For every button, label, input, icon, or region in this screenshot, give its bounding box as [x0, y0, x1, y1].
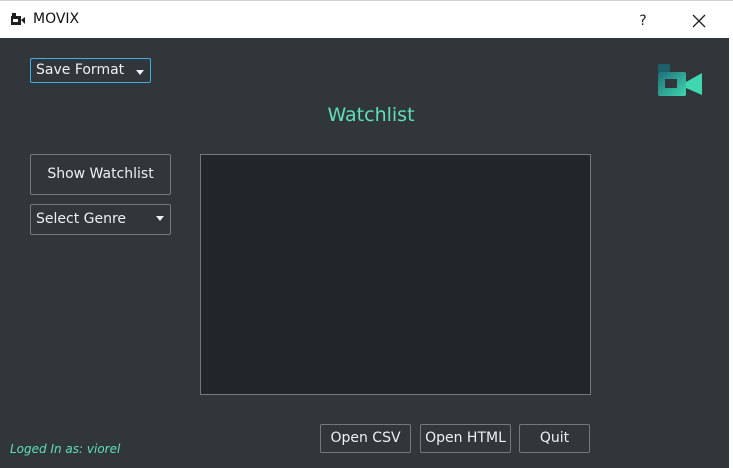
- select-genre-dropdown[interactable]: Select Genre: [30, 204, 171, 235]
- title-bar: MOVIX ?: [0, 0, 733, 39]
- main-window: Save Format Watchlist Show Watchlist Sel…: [0, 38, 733, 468]
- help-button[interactable]: ?: [630, 9, 656, 33]
- show-watchlist-button[interactable]: Show Watchlist: [30, 154, 171, 195]
- quit-button[interactable]: Quit: [519, 424, 590, 453]
- chevron-down-icon: [156, 216, 164, 221]
- chevron-down-icon: [136, 70, 144, 75]
- close-button[interactable]: [684, 7, 714, 35]
- open-csv-button[interactable]: Open CSV: [320, 424, 411, 453]
- video-camera-icon: [658, 64, 702, 96]
- select-genre-label: Select Genre: [36, 211, 127, 227]
- open-html-button[interactable]: Open HTML: [420, 424, 511, 453]
- window-title: MOVIX: [33, 11, 80, 27]
- page-title: Watchlist: [327, 104, 415, 126]
- login-status: Loged In as: viorel: [10, 442, 121, 456]
- save-format-label: Save Format: [36, 62, 125, 78]
- video-camera-icon: [11, 13, 25, 25]
- close-icon: [692, 14, 706, 28]
- watchlist-panel[interactable]: [200, 154, 591, 395]
- save-format-dropdown[interactable]: Save Format: [30, 58, 151, 83]
